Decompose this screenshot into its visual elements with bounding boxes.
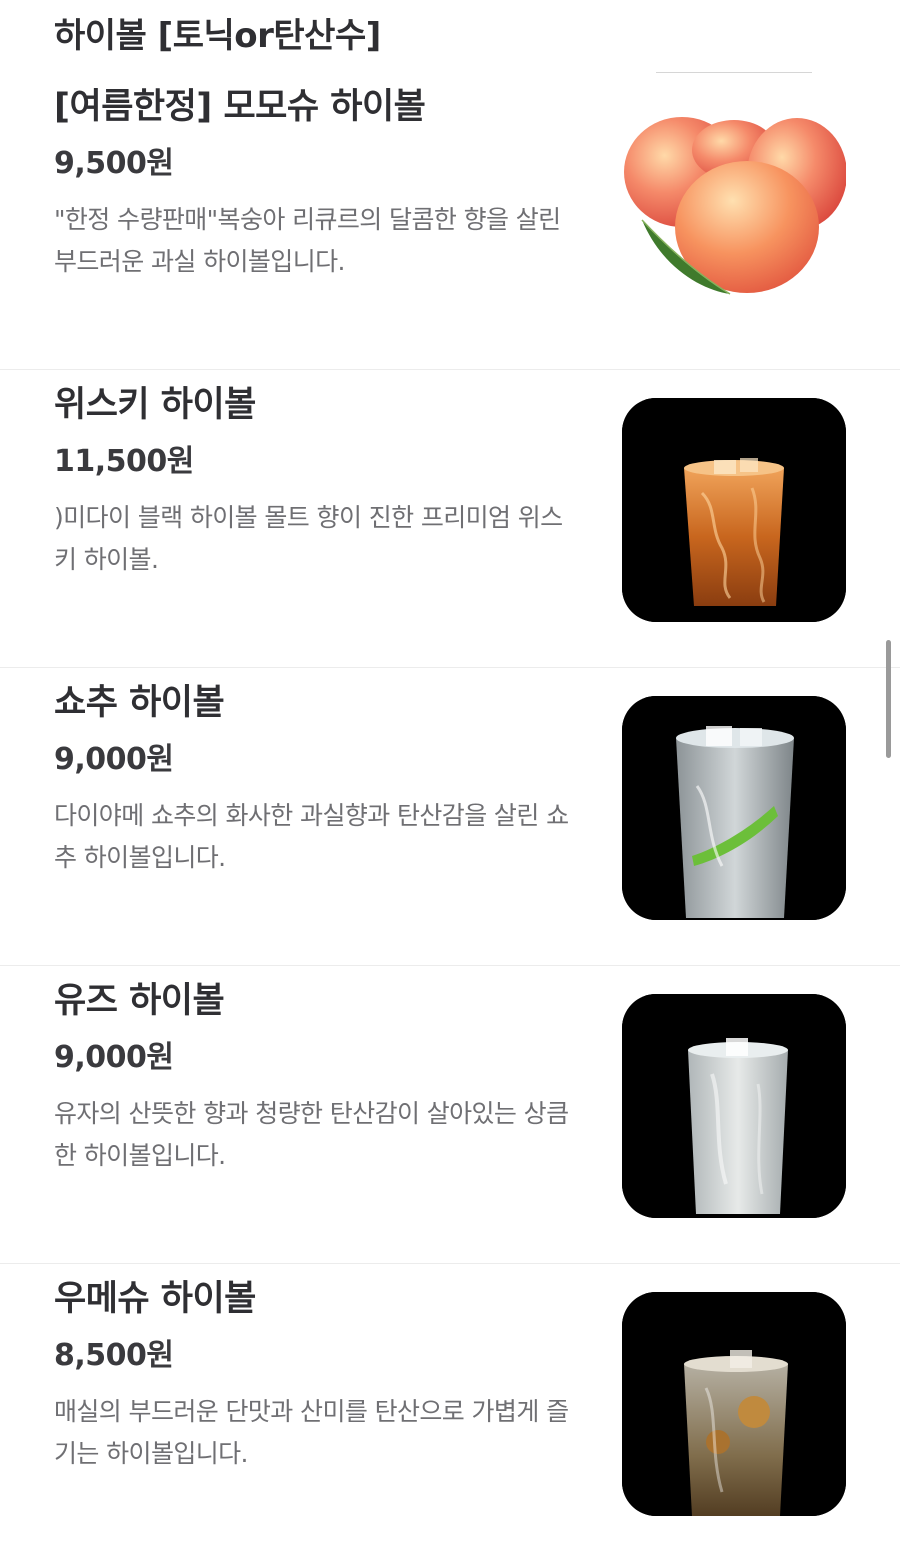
menu-item[interactable]: 우메슈 하이볼 8,500원 매실의 부드러운 단맛과 산미를 탄산으로 가볍게… [0,1264,900,1562]
item-image[interactable] [622,994,846,1218]
item-name: 위스키 하이볼 [54,385,256,425]
menu-item[interactable]: [여름한정] 모모슈 하이볼 9,500원 "한정 수량판매"복숭아 리큐르의 … [0,72,900,370]
item-name: [여름한정] 모모슈 하이볼 [54,87,426,127]
menu-item[interactable]: 유즈 하이볼 9,000원 유자의 산뜻한 향과 청량한 탄산감이 살아있는 상… [0,966,900,1264]
item-description: )미다이 블랙 하이볼 몰트 향이 진한 프리미엄 위스키 하이볼. [54,503,563,574]
item-name: 우메슈 하이볼 [54,1279,256,1319]
item-image[interactable] [622,696,846,920]
image-top-line [656,72,812,73]
item-description: "한정 수량판매"복숭아 리큐르의 달콤한 향을 살린 부드러운 과실 하이볼입… [54,205,561,276]
item-price: 9,500원 [54,146,174,181]
item-image[interactable] [622,398,846,622]
item-name: 쇼추 하이볼 [54,683,225,723]
item-name: 유즈 하이볼 [54,981,225,1021]
shochu-glass-icon [622,696,846,920]
item-price: 9,000원 [54,742,174,777]
item-description: 다이야메 쇼추의 화사한 과실향과 탄산감을 살린 쇼추 하이볼입니다. [54,801,569,872]
item-description: 유자의 산뜻한 향과 청량한 탄산감이 살아있는 상큼한 하이볼입니다. [54,1099,569,1170]
yuzu-glass-icon [622,994,846,1218]
item-price: 9,000원 [54,1040,174,1075]
item-price: 11,500원 [54,444,194,479]
section-title: 하이볼 [토닉or탄산수] [54,16,381,56]
scrollbar[interactable] [886,640,891,758]
menu-item[interactable]: 쇼추 하이볼 9,000원 다이야메 쇼추의 화사한 과실향과 탄산감을 살린 … [0,668,900,966]
umeshu-glass-icon [622,1292,846,1516]
item-price: 8,500원 [54,1338,174,1373]
item-image[interactable] [622,1292,846,1516]
peach-icon [624,117,846,295]
item-image[interactable] [622,72,846,312]
menu-item[interactable]: 위스키 하이볼 11,500원 )미다이 블랙 하이볼 몰트 향이 진한 프리미… [0,370,900,668]
whisky-glass-icon [622,398,846,622]
item-description: 매실의 부드러운 단맛과 산미를 탄산으로 가볍게 즐기는 하이볼입니다. [54,1397,569,1468]
